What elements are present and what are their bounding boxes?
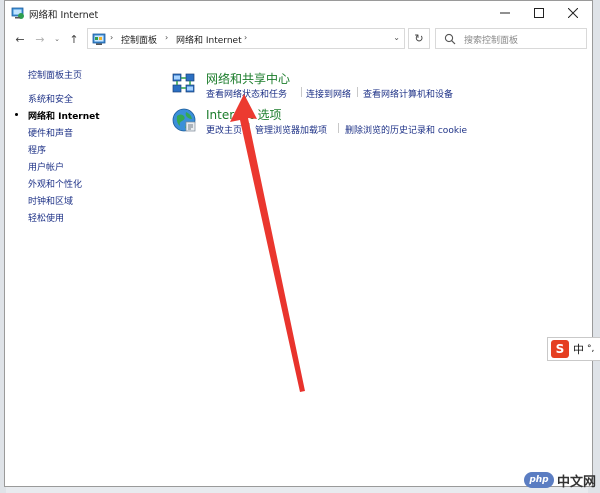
delete-browsing-history-link[interactable]: 删除浏览的历史记录和 cookie — [345, 123, 467, 136]
sidebar-home-link[interactable]: 控制面板主页 — [28, 68, 82, 81]
breadcrumb-control-panel[interactable]: 控制面板 — [121, 33, 157, 46]
recent-locations-button[interactable]: ⌄ — [51, 30, 63, 48]
network-sharing-center-icon — [171, 70, 197, 96]
forward-arrow-icon: → — [35, 32, 45, 46]
current-item-bullet — [15, 113, 18, 116]
watermark-text: 中文网 — [556, 474, 596, 490]
link-separator — [301, 87, 302, 97]
sidebar-item-ease-of-access[interactable]: 轻松使用 — [28, 211, 64, 224]
sidebar-item-user-accounts[interactable]: 用户帐户 — [28, 160, 64, 173]
address-dropdown-icon[interactable]: ⌄ — [393, 33, 400, 42]
sidebar-item-system-security[interactable]: 系统和安全 — [28, 92, 73, 105]
minimize-button[interactable] — [488, 1, 522, 25]
breadcrumb-separator: › — [110, 33, 114, 42]
title-bar: 网络和 Internet — [5, 1, 592, 25]
refresh-button[interactable]: ↻ — [408, 28, 430, 49]
internet-options-globe-icon — [171, 107, 197, 133]
connect-to-network-link[interactable]: 连接到网络 — [306, 87, 351, 100]
refresh-icon: ↻ — [414, 32, 424, 45]
breadcrumb-separator[interactable]: › — [244, 33, 247, 42]
control-panel-icon — [92, 32, 106, 46]
change-homepage-link[interactable]: 更改主页 — [206, 123, 242, 136]
ime-language-indicator[interactable]: 中 — [573, 341, 584, 357]
link-separator — [338, 123, 339, 133]
breadcrumb-separator[interactable]: › — [165, 33, 168, 42]
search-placeholder: 搜索控制面板 — [464, 36, 519, 46]
forward-button[interactable]: → — [31, 30, 49, 48]
network-internet-icon — [11, 6, 25, 20]
chevron-down-icon: ⌄ — [54, 35, 60, 43]
watermark: php 中文网 — [523, 469, 596, 491]
back-arrow-icon: ← — [15, 32, 25, 46]
maximize-button[interactable] — [522, 1, 556, 25]
window-title: 网络和 Internet — [29, 10, 99, 21]
internet-options-title[interactable]: Internet 选项 — [206, 106, 281, 123]
network-sharing-center-title[interactable]: 网络和共享中心 — [206, 70, 290, 87]
search-icon — [444, 33, 456, 45]
sidebar-item-network-internet[interactable]: 网络和 Internet — [28, 109, 100, 122]
link-separator — [249, 123, 250, 133]
sidebar-item-clock-region[interactable]: 时钟和区域 — [28, 194, 73, 207]
ime-toolbar[interactable]: S 中 °, — [547, 337, 600, 361]
up-button[interactable]: ↑ — [65, 30, 83, 48]
close-button[interactable] — [556, 1, 590, 25]
sogou-logo-icon: S — [551, 340, 569, 358]
address-bar[interactable]: › 控制面板 › 网络和 Internet › ⌄ — [87, 28, 405, 49]
up-arrow-icon: ↑ — [69, 32, 79, 46]
navigation-bar: ← → ⌄ ↑ › 控制面板 › 网络和 Internet › ⌄ ↻ 搜索控制… — [5, 27, 592, 51]
php-logo-icon: php — [523, 472, 554, 488]
search-box[interactable]: 搜索控制面板 — [435, 28, 587, 49]
sidebar-item-hardware-sound[interactable]: 硬件和声音 — [28, 126, 73, 139]
link-separator — [357, 87, 358, 97]
manage-addons-link[interactable]: 管理浏览器加载项 — [255, 123, 327, 136]
ime-punctuation-indicator[interactable]: °, — [587, 344, 594, 354]
back-button[interactable]: ← — [11, 30, 29, 48]
breadcrumb-network-internet[interactable]: 网络和 Internet — [176, 33, 242, 46]
sidebar-item-appearance[interactable]: 外观和个性化 — [28, 177, 82, 190]
view-network-computers-link[interactable]: 查看网络计算机和设备 — [363, 87, 453, 100]
control-panel-window: 网络和 Internet ← → ⌄ ↑ › 控制面板 › 网络和 Intern… — [4, 0, 593, 487]
view-network-status-link[interactable]: 查看网络状态和任务 — [206, 87, 287, 100]
sidebar-item-programs[interactable]: 程序 — [28, 143, 46, 156]
